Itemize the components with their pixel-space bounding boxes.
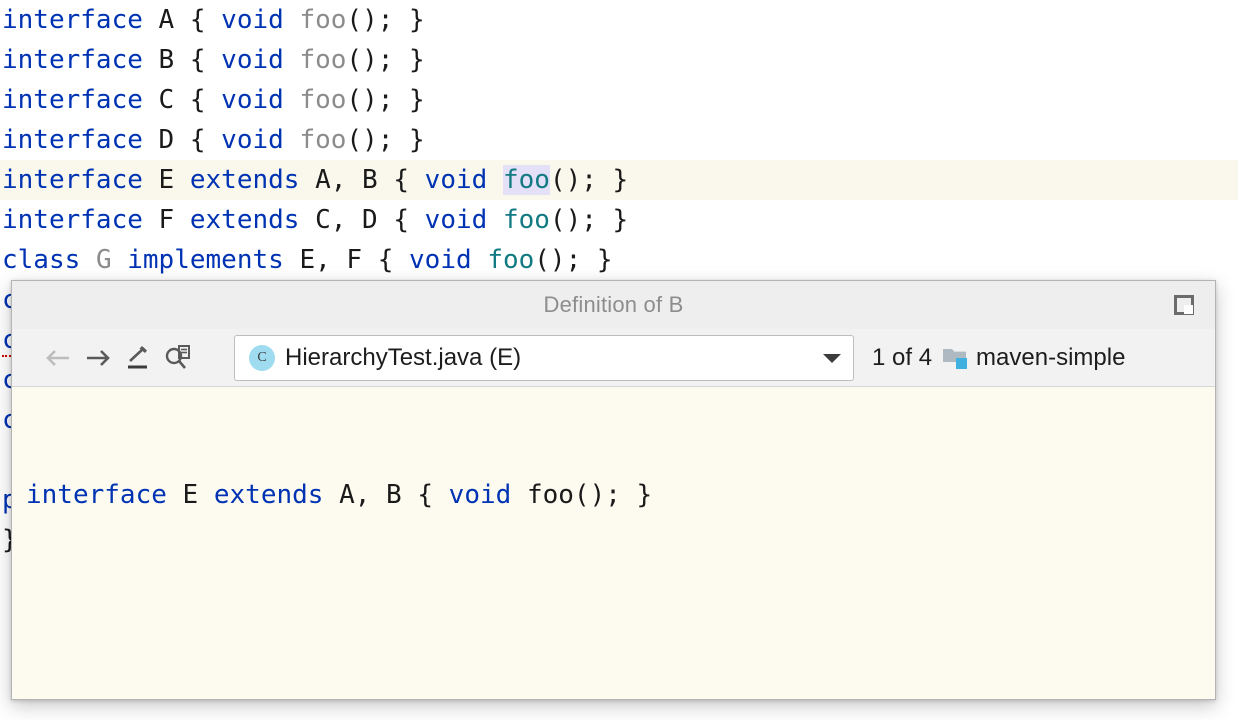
popup-header: Definition of B	[12, 281, 1215, 329]
code-token: interface	[2, 45, 143, 75]
code-token: void	[425, 165, 488, 195]
code-token: (); }	[346, 45, 424, 75]
code-token: E, F {	[284, 245, 409, 275]
editor-line[interactable]: interface F extends C, D { void foo(); }	[0, 200, 1238, 240]
code-token: C {	[143, 85, 221, 115]
popup-title: Definition of B	[544, 292, 684, 318]
code-token	[284, 5, 300, 35]
back-icon[interactable]	[38, 341, 78, 375]
code-token	[112, 245, 128, 275]
code-token: void	[409, 245, 472, 275]
code-token: A, B {	[299, 165, 424, 195]
code-token: A {	[143, 5, 221, 35]
code-token: extends	[190, 165, 300, 195]
forward-icon[interactable]	[78, 341, 118, 375]
editor-line[interactable]: interface A { void foo(); }	[0, 0, 1238, 40]
code-token: foo	[487, 245, 534, 275]
module-name: maven-simple	[976, 344, 1125, 372]
file-selector-value: HierarchyTest.java (E)	[285, 344, 813, 372]
code-token: interface	[2, 85, 143, 115]
code-token: class	[2, 245, 80, 275]
code-token: interface	[2, 165, 143, 195]
code-token	[472, 245, 488, 275]
result-counter: 1 of 4	[872, 344, 932, 372]
code-token: extends	[214, 480, 324, 510]
code-token: (); }	[346, 125, 424, 155]
popup-toolbar: C HierarchyTest.java (E) 1 of 4 maven-si…	[12, 329, 1215, 387]
code-token: void	[221, 5, 284, 35]
code-token: foo	[299, 85, 346, 115]
find-usages-icon[interactable]	[158, 341, 198, 375]
editor-line[interactable]: interface B { void foo(); }	[0, 40, 1238, 80]
edit-pencil-icon[interactable]	[118, 341, 158, 375]
code-token: void	[449, 480, 512, 510]
code-token: E	[143, 165, 190, 195]
definition-popup: Definition of B	[11, 280, 1216, 700]
code-token: interface	[2, 205, 143, 235]
code-token: void	[221, 125, 284, 155]
code-token: foo(); }	[511, 480, 652, 510]
chevron-down-icon[interactable]	[821, 351, 843, 365]
code-token: B {	[143, 45, 221, 75]
code-token: foo	[299, 125, 346, 155]
code-token: (); }	[346, 85, 424, 115]
editor-line[interactable]: class G implements E, F { void foo(); }	[0, 240, 1238, 280]
definition-code-view[interactable]: interface E extends A, B { void foo(); }	[12, 387, 1215, 699]
code-token: interface	[2, 125, 143, 155]
code-token: E	[167, 480, 214, 510]
code-token: (); }	[346, 5, 424, 35]
editor-line[interactable]: interface E extends A, B { void foo(); }	[0, 160, 1238, 200]
code-token: void	[425, 205, 488, 235]
code-token: interface	[2, 5, 143, 35]
code-token	[284, 45, 300, 75]
code-token: void	[221, 85, 284, 115]
code-token: foo	[503, 205, 550, 235]
code-token	[284, 125, 300, 155]
code-token: (); }	[550, 165, 628, 195]
code-token: F	[143, 205, 190, 235]
definition-code-line: interface E extends A, B { void foo(); }	[26, 475, 1215, 515]
module-folder-icon	[942, 346, 970, 370]
module-indicator: maven-simple	[942, 344, 1125, 372]
code-token	[487, 205, 503, 235]
code-token: (); }	[550, 205, 628, 235]
code-token	[487, 165, 503, 195]
code-token: foo	[503, 165, 550, 195]
class-icon: C	[249, 345, 275, 371]
code-token: interface	[26, 480, 167, 510]
editor-line[interactable]: interface D { void foo(); }	[0, 120, 1238, 160]
file-selector-combobox[interactable]: C HierarchyTest.java (E)	[234, 335, 854, 381]
code-token: (); }	[534, 245, 612, 275]
code-token	[80, 245, 96, 275]
code-token: G	[96, 245, 112, 275]
code-token	[284, 85, 300, 115]
code-token: A, B {	[323, 480, 448, 510]
code-token: implements	[127, 245, 284, 275]
code-token: foo	[299, 45, 346, 75]
code-token: D {	[143, 125, 221, 155]
code-token: extends	[190, 205, 300, 235]
restore-window-icon[interactable]	[1171, 292, 1197, 318]
editor-line[interactable]: interface C { void foo(); }	[0, 80, 1238, 120]
code-token: void	[221, 45, 284, 75]
code-token: foo	[299, 5, 346, 35]
code-token: C, D {	[299, 205, 424, 235]
